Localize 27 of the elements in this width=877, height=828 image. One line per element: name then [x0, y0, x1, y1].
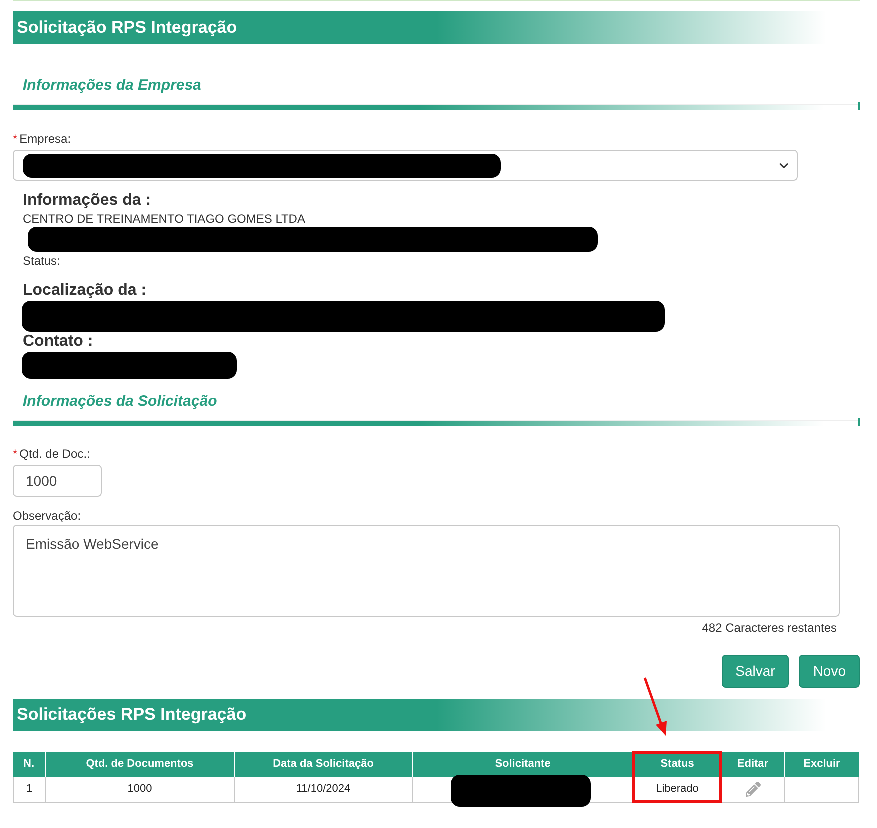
field-label: Observação: [13, 509, 82, 523]
table-cell: 11/10/2024 [234, 777, 412, 802]
info-line: Status: [23, 254, 60, 268]
column-header: Qtd. de Documentos [45, 752, 234, 777]
column-header: N. [22, 757, 36, 772]
info-heading: Informações da : [23, 192, 152, 210]
info-heading: Localização da : [23, 282, 147, 300]
doc-count-input[interactable]: 1000 [13, 465, 102, 497]
field-label: Qtd. de Doc.: [20, 447, 90, 461]
column-header: Status [633, 752, 721, 777]
required-asterisk: * [13, 132, 18, 146]
info-line: CENTRO DE TREINAMENTO TIAGO GOMES LTDA [23, 212, 306, 226]
annotation-arrow [642, 676, 670, 736]
character-counter: 482 Caracteres restantes [702, 621, 837, 635]
section-title: Informações da Solicitação [22, 393, 218, 411]
table-cell: Liberado [633, 777, 721, 802]
info-heading: Contato : [23, 333, 94, 351]
company-select[interactable] [13, 150, 798, 181]
column-header: Data da Solicitação [234, 752, 412, 777]
notes-textarea[interactable]: Emissão WebService [13, 525, 840, 617]
table-cell-text: 1 [25, 782, 34, 798]
column-header: Excluir [784, 752, 859, 777]
table-cell: 1000 [45, 777, 234, 802]
column-header: Editar [721, 752, 784, 777]
field-label: Empresa: [20, 132, 72, 146]
required-asterisk: * [13, 447, 18, 461]
section-title: Informações da Empresa [22, 77, 202, 95]
